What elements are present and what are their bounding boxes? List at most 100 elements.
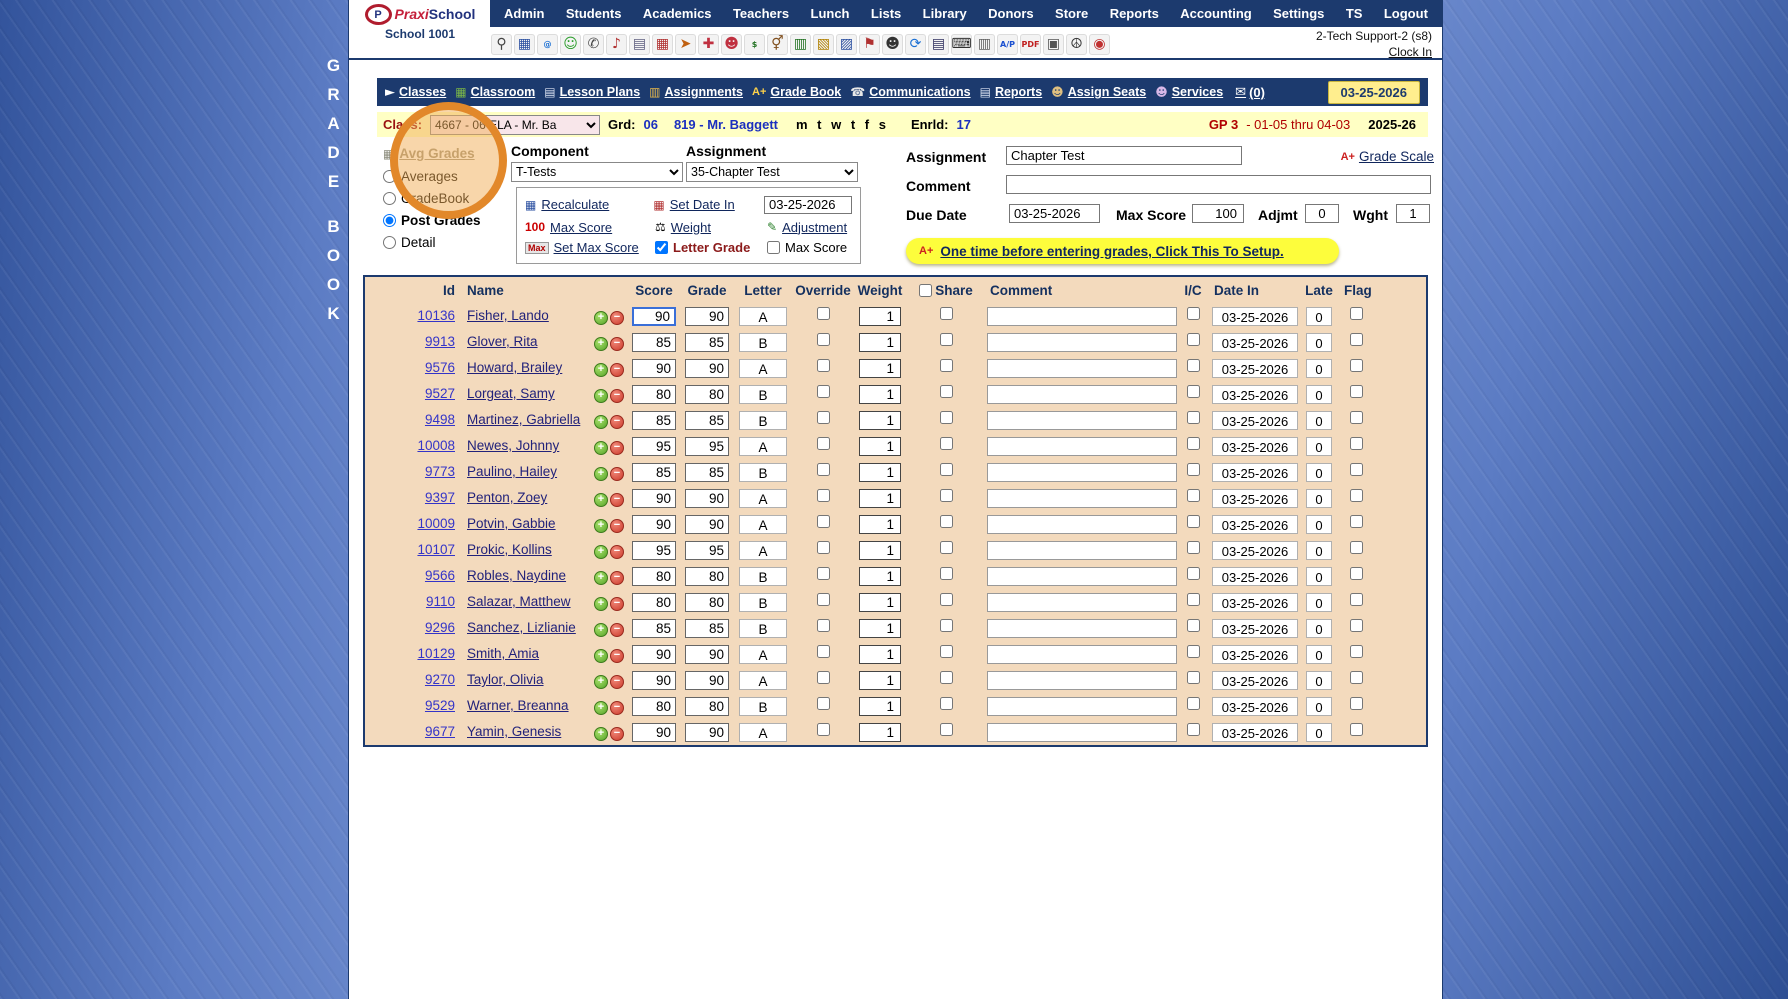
grade-input[interactable] <box>685 540 729 560</box>
student-id-link[interactable]: 10136 <box>417 308 455 323</box>
weight-input[interactable] <box>859 358 901 378</box>
top-nav-ts[interactable]: TS <box>1346 6 1363 21</box>
increment-score-icon[interactable]: + <box>594 388 608 403</box>
flag-checkbox[interactable] <box>1350 619 1363 632</box>
flag-checkbox[interactable] <box>1350 437 1363 450</box>
decrement-score-icon[interactable]: − <box>610 414 624 429</box>
grade-scale-link[interactable]: A+ Grade Scale <box>1341 149 1434 164</box>
weight-input[interactable] <box>859 332 901 352</box>
increment-score-icon[interactable]: + <box>594 414 608 429</box>
forms-icon[interactable]: ▤ <box>629 33 650 55</box>
module-nav-communications[interactable]: ☎ Communications <box>850 85 970 99</box>
grade-input[interactable] <box>685 514 729 534</box>
letter-grade-checkbox[interactable] <box>655 241 668 255</box>
student-id-link[interactable]: 9110 <box>426 594 455 609</box>
increment-score-icon[interactable]: + <box>594 648 608 663</box>
grade-input[interactable] <box>685 722 729 742</box>
top-nav-logout[interactable]: Logout <box>1384 6 1428 21</box>
student-id-link[interactable]: 9566 <box>425 568 455 583</box>
decrement-score-icon[interactable]: − <box>610 362 624 377</box>
module-nav-assign-seats[interactable]: ☻ Assign Seats <box>1051 85 1146 99</box>
share-all-checkbox[interactable] <box>919 283 933 297</box>
override-checkbox[interactable] <box>816 385 830 398</box>
student-id-link[interactable]: 9527 <box>425 386 455 401</box>
weight-input[interactable] <box>859 592 901 612</box>
increment-score-icon[interactable]: + <box>594 674 608 689</box>
ic-checkbox[interactable] <box>1186 307 1200 320</box>
score-input[interactable] <box>632 306 676 326</box>
override-checkbox[interactable] <box>816 697 830 710</box>
cash-drawer-icon[interactable]: ▥ <box>974 33 995 55</box>
share-checkbox[interactable] <box>939 515 953 528</box>
grade-input[interactable] <box>685 462 729 482</box>
override-checkbox[interactable] <box>816 567 830 580</box>
calendar-icon[interactable]: ▦ <box>652 33 673 55</box>
student-name-link[interactable]: Sanchez, Lizlianie <box>467 620 576 635</box>
student-name-link[interactable]: Newes, Johnny <box>467 438 559 453</box>
component-select[interactable]: T-Tests <box>511 162 683 182</box>
share-checkbox[interactable] <box>939 723 953 736</box>
score-input[interactable] <box>632 332 676 352</box>
override-checkbox[interactable] <box>816 359 830 372</box>
score-input[interactable] <box>632 722 676 742</box>
assignment-name-input[interactable] <box>1006 146 1242 165</box>
gradebook-icon[interactable]: ▧ <box>813 33 834 55</box>
ic-checkbox[interactable] <box>1186 541 1200 554</box>
top-nav-lists[interactable]: Lists <box>871 6 901 21</box>
top-nav-students[interactable]: Students <box>566 6 622 21</box>
score-input[interactable] <box>632 566 676 586</box>
override-checkbox[interactable] <box>816 489 830 502</box>
student-name-link[interactable]: Paulino, Hailey <box>467 464 557 479</box>
recalculate-link[interactable]: Recalculate <box>541 197 609 212</box>
weight-input[interactable] <box>859 722 901 742</box>
decrement-score-icon[interactable]: − <box>610 596 624 611</box>
student-name-link[interactable]: Howard, Brailey <box>467 360 562 375</box>
grade-input[interactable] <box>685 618 729 638</box>
top-nav-admin[interactable]: Admin <box>504 6 544 21</box>
increment-score-icon[interactable]: + <box>594 570 608 585</box>
avg-grades-link[interactable]: ▦ Avg Grades <box>383 146 515 161</box>
student-id-link[interactable]: 9270 <box>425 672 455 687</box>
decrement-score-icon[interactable]: − <box>610 570 624 585</box>
row-comment-input[interactable] <box>987 384 1177 404</box>
due-date-input[interactable] <box>1009 204 1100 223</box>
chat-link[interactable]: ✉ (0) <box>1235 85 1265 100</box>
weight-input[interactable] <box>859 670 901 690</box>
share-checkbox[interactable] <box>939 619 953 632</box>
share-checkbox[interactable] <box>939 541 953 554</box>
student-name-link[interactable]: Warner, Breanna <box>467 698 569 713</box>
row-comment-input[interactable] <box>987 358 1177 378</box>
grade-input[interactable] <box>685 332 729 352</box>
ic-checkbox[interactable] <box>1186 697 1200 710</box>
decrement-score-icon[interactable]: − <box>610 466 624 481</box>
money-icon[interactable]: ▥ <box>790 33 811 55</box>
score-input[interactable] <box>632 644 676 664</box>
top-nav-settings[interactable]: Settings <box>1273 6 1324 21</box>
row-comment-input[interactable] <box>987 462 1177 482</box>
row-comment-input[interactable] <box>987 306 1177 326</box>
flag-checkbox[interactable] <box>1350 489 1363 502</box>
grade-input[interactable] <box>685 592 729 612</box>
student-id-link[interactable]: 9296 <box>425 620 455 635</box>
ic-checkbox[interactable] <box>1186 645 1200 658</box>
increment-score-icon[interactable]: + <box>594 700 608 715</box>
ic-checkbox[interactable] <box>1186 619 1200 632</box>
share-checkbox[interactable] <box>939 645 953 658</box>
ic-checkbox[interactable] <box>1186 385 1200 398</box>
weight-input[interactable] <box>859 540 901 560</box>
row-comment-input[interactable] <box>987 722 1177 742</box>
share-checkbox[interactable] <box>939 437 953 450</box>
decrement-score-icon[interactable]: − <box>610 674 624 689</box>
increment-score-icon[interactable]: + <box>594 440 608 455</box>
module-nav-assignments[interactable]: ▥ Assignments <box>649 85 743 99</box>
module-nav-classroom[interactable]: ▦ Classroom <box>455 85 535 99</box>
share-checkbox[interactable] <box>939 307 953 320</box>
student-id-link[interactable]: 9576 <box>425 360 455 375</box>
score-input[interactable] <box>632 436 676 456</box>
peace-icon[interactable]: ☮ <box>1066 33 1087 55</box>
student-name-link[interactable]: Fisher, Lando <box>467 308 549 323</box>
flag-checkbox[interactable] <box>1350 359 1363 372</box>
share-checkbox[interactable] <box>939 385 953 398</box>
student-name-link[interactable]: Yamin, Genesis <box>467 724 561 739</box>
pdf-icon[interactable]: PDF <box>1020 33 1041 55</box>
